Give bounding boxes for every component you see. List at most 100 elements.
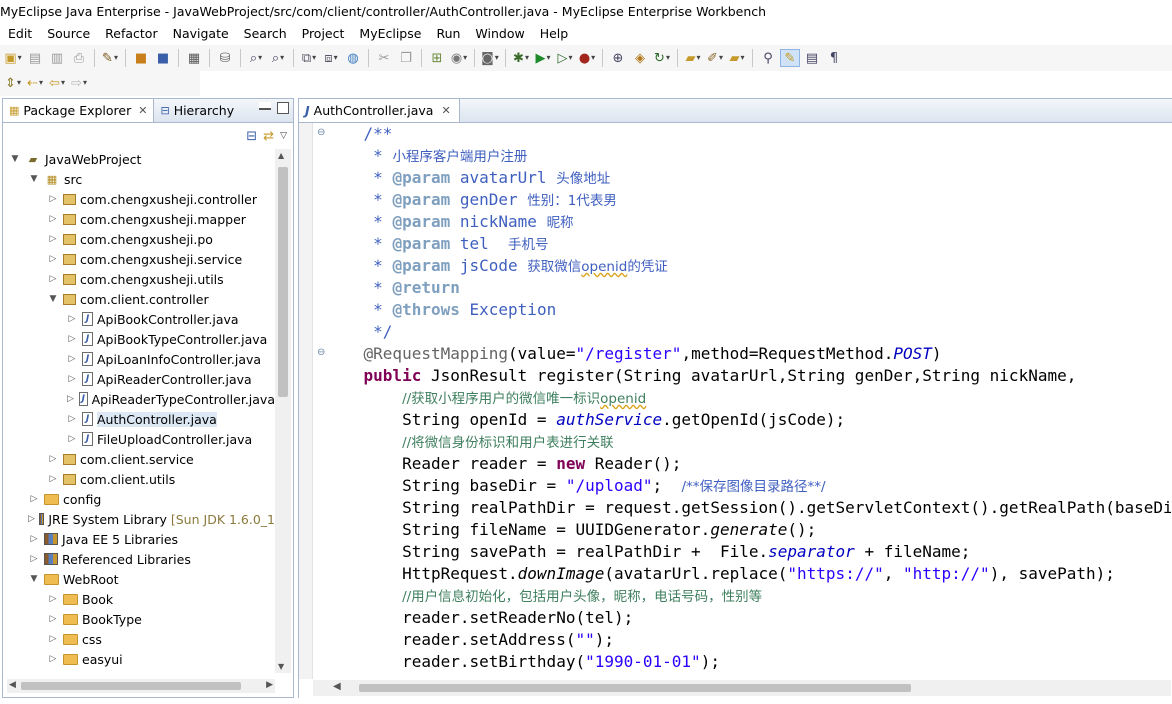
copy-icon[interactable]: ❐ [396, 49, 416, 67]
chevron-right-icon[interactable]: ▷ [28, 534, 40, 544]
menu-help[interactable]: Help [540, 26, 569, 41]
menu-window[interactable]: Window [475, 26, 524, 41]
refresh-icon[interactable]: ↻ [652, 49, 672, 67]
run-icon[interactable]: ▶ [533, 49, 553, 67]
tree-item[interactable]: ▷ BookType [3, 609, 275, 629]
last-edit-icon[interactable]: ⇠ [25, 74, 45, 92]
open-folder-icon[interactable]: ▰ [683, 49, 703, 67]
block-select-icon[interactable]: ▤ [802, 49, 822, 67]
chevron-right-icon[interactable]: ▷ [47, 654, 59, 664]
chevron-right-icon[interactable]: ▷ [47, 454, 59, 464]
forward-icon[interactable]: ⇨ [69, 74, 89, 92]
tree-item[interactable]: ▼ ▰ JavaWebProject [3, 149, 275, 169]
tab-package-explorer[interactable]: ▦ Package Explorer ✕ [3, 99, 155, 122]
pen-icon[interactable]: ✐ [705, 49, 725, 67]
scroll-thumb[interactable] [278, 167, 288, 397]
menu-source[interactable]: Source [47, 26, 90, 41]
chevron-right-icon[interactable]: ▷ [47, 274, 59, 284]
menu-search[interactable]: Search [244, 26, 287, 41]
view-menu-icon[interactable]: ▽ [280, 131, 287, 141]
fold-icon[interactable]: ⊖ [317, 127, 325, 138]
editor-horizontal-scrollbar[interactable]: ◀ [313, 680, 1171, 696]
folder-icon[interactable]: ▰ [727, 49, 747, 67]
chevron-right-icon[interactable]: ▷ [47, 474, 59, 484]
tree-item[interactable]: ▷ com.client.utils [3, 469, 275, 489]
scroll-thumb[interactable] [359, 684, 911, 692]
scroll-down-icon[interactable]: ▼ [278, 662, 284, 671]
chevron-right-icon[interactable]: ▷ [28, 554, 40, 564]
code-area[interactable]: /** * 小程序客户端用户注册 * @param avatarUrl 头像地址… [325, 123, 1171, 679]
annotation-icon[interactable]: ⇕ [3, 74, 23, 92]
chevron-right-icon[interactable]: ▷ [66, 354, 78, 364]
menu-project[interactable]: Project [302, 26, 345, 41]
tree-item[interactable]: ▷fonts [3, 669, 275, 674]
tree-item[interactable]: ▷ J ApiReaderTypeController.java [3, 389, 275, 409]
tree-item[interactable]: ▷ css [3, 629, 275, 649]
menu-run[interactable]: Run [436, 26, 460, 41]
external-tools-icon[interactable]: ● [577, 49, 597, 67]
open-resource-icon[interactable]: ■ [153, 49, 173, 67]
chevron-right-icon[interactable]: ▷ [66, 434, 78, 444]
fold-icon[interactable]: ⊖ [317, 347, 325, 358]
tab-authcontroller[interactable]: J AuthController.java ✕ [299, 99, 460, 122]
tree-item[interactable]: ▼ WebRoot [3, 569, 275, 589]
chevron-right-icon[interactable]: ▷ [47, 214, 59, 224]
new-wizard-icon[interactable]: ✎ [100, 49, 120, 67]
new-project-icon[interactable]: ⊕ [608, 49, 628, 67]
tree-item[interactable]: ▷ com.client.service [3, 449, 275, 469]
new-class-icon[interactable]: ◈ [630, 49, 650, 67]
tree-item[interactable]: ▷ J ApiReaderController.java [3, 369, 275, 389]
chevron-right-icon[interactable]: ▷ [66, 334, 78, 344]
chevron-right-icon[interactable]: ▷ [28, 494, 40, 504]
tree-item[interactable]: ▼ com.client.controller [3, 289, 275, 309]
menu-myeclipse[interactable]: MyEclipse [359, 26, 421, 41]
editor-ruler[interactable] [299, 123, 313, 679]
tree-item[interactable]: ▷ Referenced Libraries [3, 549, 275, 569]
chevron-right-icon[interactable]: ▷ [47, 254, 59, 264]
highlight-icon[interactable]: ✎ [780, 49, 800, 67]
link-icon[interactable]: ⚲ [758, 49, 778, 67]
print-icon[interactable]: ⎙ [69, 49, 89, 67]
chevron-right-icon[interactable]: ▷ [66, 374, 78, 384]
tree-item[interactable]: ▷ JRE System Library [Sun JDK 1.6.0_1 [3, 509, 275, 529]
menu-navigate[interactable]: Navigate [173, 26, 229, 41]
tree-item[interactable]: ▷ J FileUploadController.java [3, 429, 275, 449]
scroll-right-icon[interactable]: ▶ [266, 680, 273, 690]
chevron-right-icon[interactable]: ▷ [28, 514, 35, 524]
wizard-icon[interactable]: ⊞ [427, 49, 447, 67]
tree-item[interactable]: ▷ com.chengxusheji.service [3, 249, 275, 269]
globe-icon[interactable]: ◉ [449, 49, 469, 67]
tree-item[interactable]: ▼ ▦ src [3, 169, 275, 189]
run-config-icon[interactable]: ▷ [555, 49, 575, 67]
chevron-down-icon[interactable]: ▼ [47, 294, 59, 304]
browser-icon[interactable]: ◍ [343, 49, 363, 67]
database-icon[interactable]: ⛁ [215, 49, 235, 67]
open-type-icon[interactable]: ■ [131, 49, 151, 67]
tree-item[interactable]: ▷ com.chengxusheji.mapper [3, 209, 275, 229]
close-icon[interactable]: ✕ [441, 104, 450, 117]
tree-item[interactable]: ▷ J ApiBookController.java [3, 309, 275, 329]
collapse-all-icon[interactable]: ⊟ [246, 129, 257, 144]
save-icon[interactable]: ▤ [25, 49, 45, 67]
menu-edit[interactable]: Edit [8, 26, 32, 41]
camera-icon[interactable]: ◙ [480, 49, 500, 67]
new-icon[interactable]: ▣ [3, 49, 23, 67]
tree-item[interactable]: ▷ com.chengxusheji.controller [3, 189, 275, 209]
chevron-right-icon[interactable]: ▷ [66, 314, 78, 324]
tree-item[interactable]: ▷ com.chengxusheji.utils [3, 269, 275, 289]
save-all-icon[interactable]: ▥ [47, 49, 67, 67]
tree-item[interactable]: ▷ easyui [3, 649, 275, 669]
menu-refactor[interactable]: Refactor [105, 26, 157, 41]
chevron-right-icon[interactable]: ▷ [47, 194, 59, 204]
terminal-icon[interactable]: ▦ [184, 49, 204, 67]
chevron-right-icon[interactable]: ▷ [47, 634, 59, 644]
tab-hierarchy[interactable]: ⊟ Hierarchy [154, 99, 240, 122]
scroll-up-icon[interactable]: ▲ [278, 151, 284, 160]
explorer-horizontal-scrollbar[interactable]: ◀ ▶ [7, 679, 275, 693]
tree-item[interactable]: ▷ J AuthController.java [3, 409, 275, 429]
server-icon[interactable]: ⧈ [321, 49, 341, 67]
minimize-icon[interactable] [259, 102, 271, 110]
search-icon[interactable]: ⌕ [246, 49, 266, 67]
tree-item[interactable]: ▷ com.chengxusheji.po [3, 229, 275, 249]
maximize-icon[interactable] [277, 102, 289, 114]
